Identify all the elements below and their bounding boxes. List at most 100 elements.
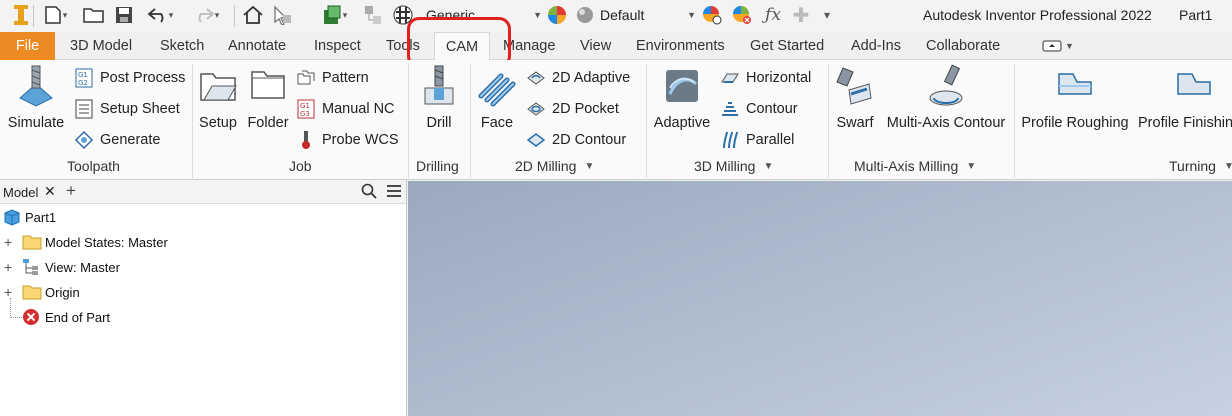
tab-3d-model[interactable]: 3D Model <box>70 32 132 60</box>
pattern-button[interactable]: Pattern <box>296 66 369 90</box>
post-process-button[interactable]: G1 G2 Post Process <box>74 66 185 90</box>
graphics-viewport[interactable] <box>408 181 1232 416</box>
tree-label: View: Master <box>45 259 120 275</box>
swarf-button[interactable]: Swarf <box>832 64 878 131</box>
drill-button[interactable]: Drill <box>414 64 464 131</box>
tab-tools[interactable]: Tools <box>386 32 420 60</box>
parallel-label: Parallel <box>746 132 795 148</box>
parallel-icon <box>723 131 738 149</box>
2d-pocket-label: 2D Pocket <box>552 101 619 117</box>
setup-sheet-label: Setup Sheet <box>100 101 180 117</box>
view-rep-icon <box>23 259 38 275</box>
add-plus-icon[interactable]: ✚ <box>790 2 812 28</box>
browser-tab-model[interactable]: Model <box>3 185 38 200</box>
2d-pocket-button[interactable]: 2D Pocket <box>526 97 619 121</box>
toolpath-panel-label: Toolpath <box>67 158 120 174</box>
3d-milling-panel-dropdown[interactable]: 3D Milling ▼ <box>694 158 773 174</box>
tab-cam[interactable]: CAM <box>434 32 490 61</box>
tab-inspect[interactable]: Inspect <box>314 32 361 60</box>
parallel-button[interactable]: Parallel <box>720 128 794 152</box>
multi-axis-contour-button[interactable]: Multi-Axis Contour <box>882 64 1010 131</box>
setup-sheet-button[interactable]: Setup Sheet <box>74 97 180 121</box>
post-process-icon: G1G2 <box>75 68 93 88</box>
part-cube-icon <box>4 209 20 226</box>
close-icon[interactable]: ✕ <box>44 183 56 200</box>
pattern-icon <box>297 70 315 85</box>
horizontal-label: Horizontal <box>746 70 812 86</box>
select-filter-icon[interactable] <box>268 2 296 28</box>
undo-icon[interactable]: ▾ <box>140 2 180 28</box>
profile-roughing-button[interactable]: Profile Roughing <box>1018 64 1132 131</box>
material-icon[interactable] <box>390 2 416 28</box>
profile-finishing-button[interactable]: Profile Finishing <box>1138 64 1232 131</box>
adjust-appearance-icon[interactable] <box>700 2 724 28</box>
add-tab-icon[interactable]: + <box>66 181 76 201</box>
pattern-label: Pattern <box>322 70 369 86</box>
tab-get-started[interactable]: Get Started <box>750 32 824 60</box>
customize-dropdown-icon[interactable]: ▾ <box>816 2 838 28</box>
contour-button[interactable]: Contour <box>720 97 798 121</box>
manual-nc-button[interactable]: G1 G3 Manual NC <box>296 97 395 121</box>
menu-icon[interactable] <box>386 184 402 201</box>
drill-label: Drill <box>426 115 452 131</box>
appearance-dropdown[interactable]: Default ▼ <box>576 2 696 28</box>
profile-roughing-label: Profile Roughing <box>1021 115 1129 131</box>
expand-icon[interactable]: + <box>4 234 12 250</box>
tab-file[interactable]: File <box>0 32 55 60</box>
2d-milling-panel-dropdown[interactable]: 2D Milling ▼ <box>515 158 594 174</box>
browser-header: Model ✕ + <box>0 180 406 204</box>
drill-icon <box>424 65 454 105</box>
face-label: Face <box>480 115 514 131</box>
project-icon[interactable] <box>360 2 386 28</box>
app-logo-icon[interactable] <box>8 2 34 28</box>
end-of-part-icon <box>23 309 39 325</box>
turning-panel-dropdown[interactable]: Turning ▼ <box>1169 158 1232 174</box>
folder-icon <box>22 235 42 250</box>
save-icon[interactable] <box>112 2 136 28</box>
tree-item-model-states[interactable]: Model States: Master <box>22 231 168 253</box>
folder-label: Folder <box>247 115 289 131</box>
probe-wcs-button[interactable]: Probe WCS <box>296 128 399 152</box>
multi-axis-contour-label: Multi-Axis Contour <box>886 115 1006 131</box>
ribbon-display-toggle[interactable]: ▼ <box>1042 32 1074 60</box>
tab-view[interactable]: View <box>580 32 611 60</box>
tab-collaborate[interactable]: Collaborate <box>926 32 1000 60</box>
function-fx-icon[interactable]: ƒx <box>760 2 786 28</box>
home-icon[interactable] <box>240 2 266 28</box>
tree-item-end-of-part[interactable]: End of Part <box>22 306 110 328</box>
multi-axis-panel-dropdown[interactable]: Multi-Axis Milling ▼ <box>854 158 976 174</box>
tab-sketch[interactable]: Sketch <box>160 32 204 60</box>
tree-item-view[interactable]: View: Master <box>22 256 120 278</box>
svg-text:G2: G2 <box>78 79 88 87</box>
new-file-icon[interactable]: ▾ <box>38 2 72 28</box>
tab-add-ins[interactable]: Add-Ins <box>851 32 901 60</box>
tab-manage[interactable]: Manage <box>503 32 555 60</box>
2d-adaptive-button[interactable]: 2D Adaptive <box>526 66 630 90</box>
clear-appearance-icon[interactable] <box>730 2 754 28</box>
update-icon[interactable]: ▾ <box>314 2 354 28</box>
tab-annotate[interactable]: Annotate <box>228 32 286 60</box>
tree-label: Model States: Master <box>45 234 168 250</box>
contour-label: Contour <box>746 101 798 117</box>
contour-icon <box>722 102 738 116</box>
folder-button[interactable]: Folder <box>244 64 292 131</box>
setup-icon <box>200 73 237 101</box>
redo-icon[interactable]: ▾ <box>186 2 226 28</box>
generate-button[interactable]: Generate <box>74 128 160 152</box>
material-dropdown[interactable]: Generic ▼ <box>420 2 542 28</box>
tree-label: Part1 <box>25 209 57 225</box>
expand-icon[interactable]: + <box>4 259 12 275</box>
setup-button[interactable]: Setup <box>196 64 240 131</box>
appearance-color-icon[interactable] <box>546 2 568 28</box>
2d-contour-button[interactable]: 2D Contour <box>526 128 626 152</box>
tree-item-origin[interactable]: Origin <box>22 281 80 303</box>
face-button[interactable]: Face <box>474 64 520 131</box>
simulate-button[interactable]: Simulate <box>4 64 68 131</box>
tree-item-part1[interactable]: Part1 <box>3 206 56 228</box>
open-folder-icon[interactable] <box>82 2 106 28</box>
search-icon[interactable] <box>361 183 377 202</box>
tab-environments[interactable]: Environments <box>636 32 725 60</box>
probe-wcs-label: Probe WCS <box>322 132 399 148</box>
horizontal-button[interactable]: Horizontal <box>720 66 811 90</box>
adaptive-button[interactable]: Adaptive <box>650 64 714 131</box>
